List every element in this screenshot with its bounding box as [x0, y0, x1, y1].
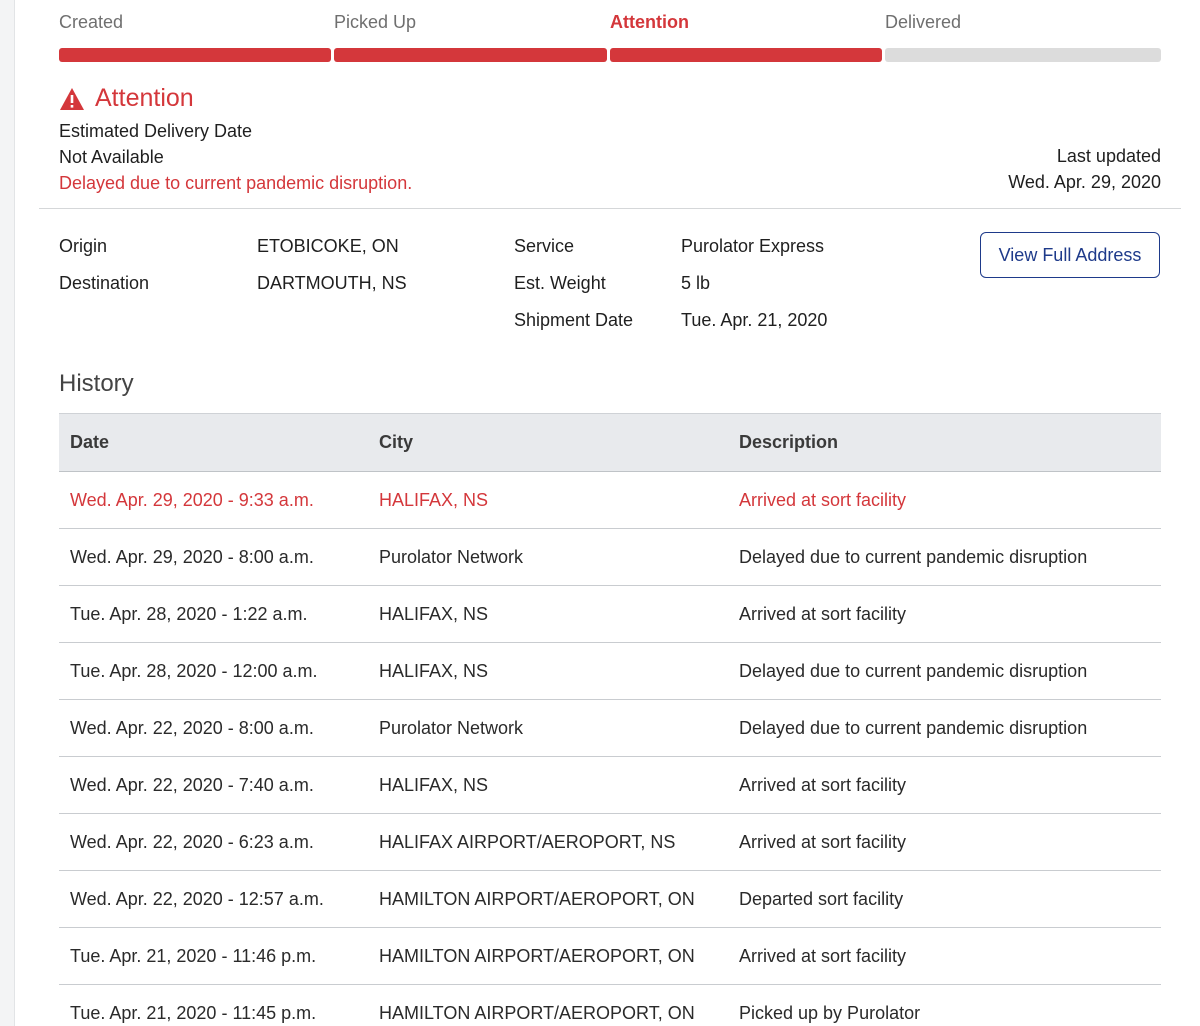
history-table: Date City Description Wed. Apr. 29, 2020… [59, 413, 1161, 1026]
row-date: Wed. Apr. 22, 2020 - 7:40 a.m. [70, 774, 314, 795]
last-updated-value: Wed. Apr. 29, 2020 [1008, 172, 1161, 192]
table-row: Wed. Apr. 22, 2020 - 12:57 a.m. HAMILTON… [59, 871, 1161, 928]
progress-segment-attention [610, 48, 882, 62]
row-date: Tue. Apr. 28, 2020 - 1:22 a.m. [70, 603, 308, 624]
origin-label: Origin [59, 236, 108, 256]
row-city: HALIFAX, NS [379, 660, 489, 681]
destination-value: DARTMOUTH, NS [257, 273, 407, 293]
table-row: Tue. Apr. 21, 2020 - 11:45 p.m. HAMILTON… [59, 985, 1161, 1026]
table-row: Wed. Apr. 22, 2020 - 8:00 a.m. Purolator… [59, 700, 1161, 757]
row-city: Purolator Network [379, 717, 524, 738]
row-city: HAMILTON AIRPORT/AEROPORT, ON [379, 1002, 695, 1023]
row-city: HALIFAX, NS [379, 489, 489, 510]
row-description: Departed sort facility [739, 888, 904, 909]
row-date: Wed. Apr. 22, 2020 - 12:57 a.m. [70, 888, 324, 909]
row-description: Delayed due to current pandemic disrupti… [739, 717, 1088, 738]
table-row: Wed. Apr. 22, 2020 - 6:23 a.m. HALIFAX A… [59, 814, 1161, 871]
table-row: Wed. Apr. 29, 2020 - 8:00 a.m. Purolator… [59, 529, 1161, 586]
eta-label: Estimated Delivery Date [59, 121, 253, 141]
progress-segment-created [59, 48, 331, 62]
row-description: Picked up by Purolator [739, 1002, 921, 1023]
column-header-date: Date [70, 432, 110, 452]
row-description: Delayed due to current pandemic disrupti… [739, 660, 1088, 681]
status-title: Attention [95, 84, 194, 112]
row-city: Purolator Network [379, 546, 524, 567]
row-date: Tue. Apr. 21, 2020 - 11:46 p.m. [70, 945, 317, 966]
row-city: HALIFAX AIRPORT/AEROPORT, NS [379, 831, 676, 852]
table-row: Wed. Apr. 29, 2020 - 9:33 a.m. HALIFAX, … [59, 472, 1161, 529]
tracking-card: Created Picked Up Attention Delivered At… [14, 0, 1200, 1026]
row-description: Arrived at sort facility [739, 831, 907, 852]
table-row: Tue. Apr. 21, 2020 - 11:46 p.m. HAMILTON… [59, 928, 1161, 985]
table-row: Wed. Apr. 22, 2020 - 7:40 a.m. HALIFAX, … [59, 757, 1161, 814]
step-delivered-label: Delivered [885, 12, 962, 32]
shipment-date-value: Tue. Apr. 21, 2020 [681, 310, 828, 330]
row-description: Arrived at sort facility [739, 774, 907, 795]
eta-value: Not Available [59, 147, 164, 167]
history-table-header: Date City Description [59, 413, 1161, 472]
step-created-label: Created [59, 12, 124, 32]
history-title: History [59, 370, 134, 397]
row-date: Wed. Apr. 22, 2020 - 6:23 a.m. [70, 831, 314, 852]
last-updated-label: Last updated [1056, 146, 1161, 166]
row-city: HAMILTON AIRPORT/AEROPORT, ON [379, 945, 695, 966]
step-picked-up-label: Picked Up [334, 12, 417, 32]
row-city: HAMILTON AIRPORT/AEROPORT, ON [379, 888, 695, 909]
step-attention-label: Attention [610, 12, 689, 32]
row-city: HALIFAX, NS [379, 603, 489, 624]
view-full-address-button[interactable]: View Full Address [980, 232, 1160, 278]
service-label: Service [514, 236, 575, 256]
status-heading: Attention [59, 84, 194, 113]
weight-label: Est. Weight [514, 273, 606, 293]
row-date: Wed. Apr. 29, 2020 - 9:33 a.m. [70, 489, 314, 510]
origin-value: ETOBICOKE, ON [257, 236, 399, 256]
row-date: Wed. Apr. 22, 2020 - 8:00 a.m. [70, 717, 314, 738]
table-row: Tue. Apr. 28, 2020 - 12:00 a.m. HALIFAX,… [59, 643, 1161, 700]
progress-step-labels: Created Picked Up Attention Delivered [59, 12, 1161, 38]
column-header-description: Description [739, 432, 839, 452]
row-description: Arrived at sort facility [739, 603, 907, 624]
column-header-city: City [379, 432, 414, 452]
service-value: Purolator Express [681, 236, 825, 256]
row-date: Tue. Apr. 28, 2020 - 12:00 a.m. [70, 660, 318, 681]
row-description: Arrived at sort facility [739, 945, 907, 966]
progress-segment-picked-up [334, 48, 607, 62]
row-description: Arrived at sort facility [739, 489, 907, 510]
progress-segment-delivered [885, 48, 1161, 62]
delay-note: Delayed due to current pandemic disrupti… [59, 173, 413, 193]
table-row: Tue. Apr. 28, 2020 - 1:22 a.m. HALIFAX, … [59, 586, 1161, 643]
row-city: HALIFAX, NS [379, 774, 489, 795]
progress-bar [59, 48, 1161, 62]
last-updated: Last updated Wed. Apr. 29, 2020 [1008, 143, 1161, 195]
destination-label: Destination [59, 273, 150, 293]
shipment-date-label: Shipment Date [514, 310, 634, 330]
row-date: Tue. Apr. 21, 2020 - 11:45 p.m. [70, 1002, 317, 1023]
row-description: Delayed due to current pandemic disrupti… [739, 546, 1088, 567]
section-divider [39, 208, 1181, 209]
row-date: Wed. Apr. 29, 2020 - 8:00 a.m. [70, 546, 314, 567]
warning-icon [60, 87, 84, 110]
weight-value: 5 lb [681, 273, 711, 293]
